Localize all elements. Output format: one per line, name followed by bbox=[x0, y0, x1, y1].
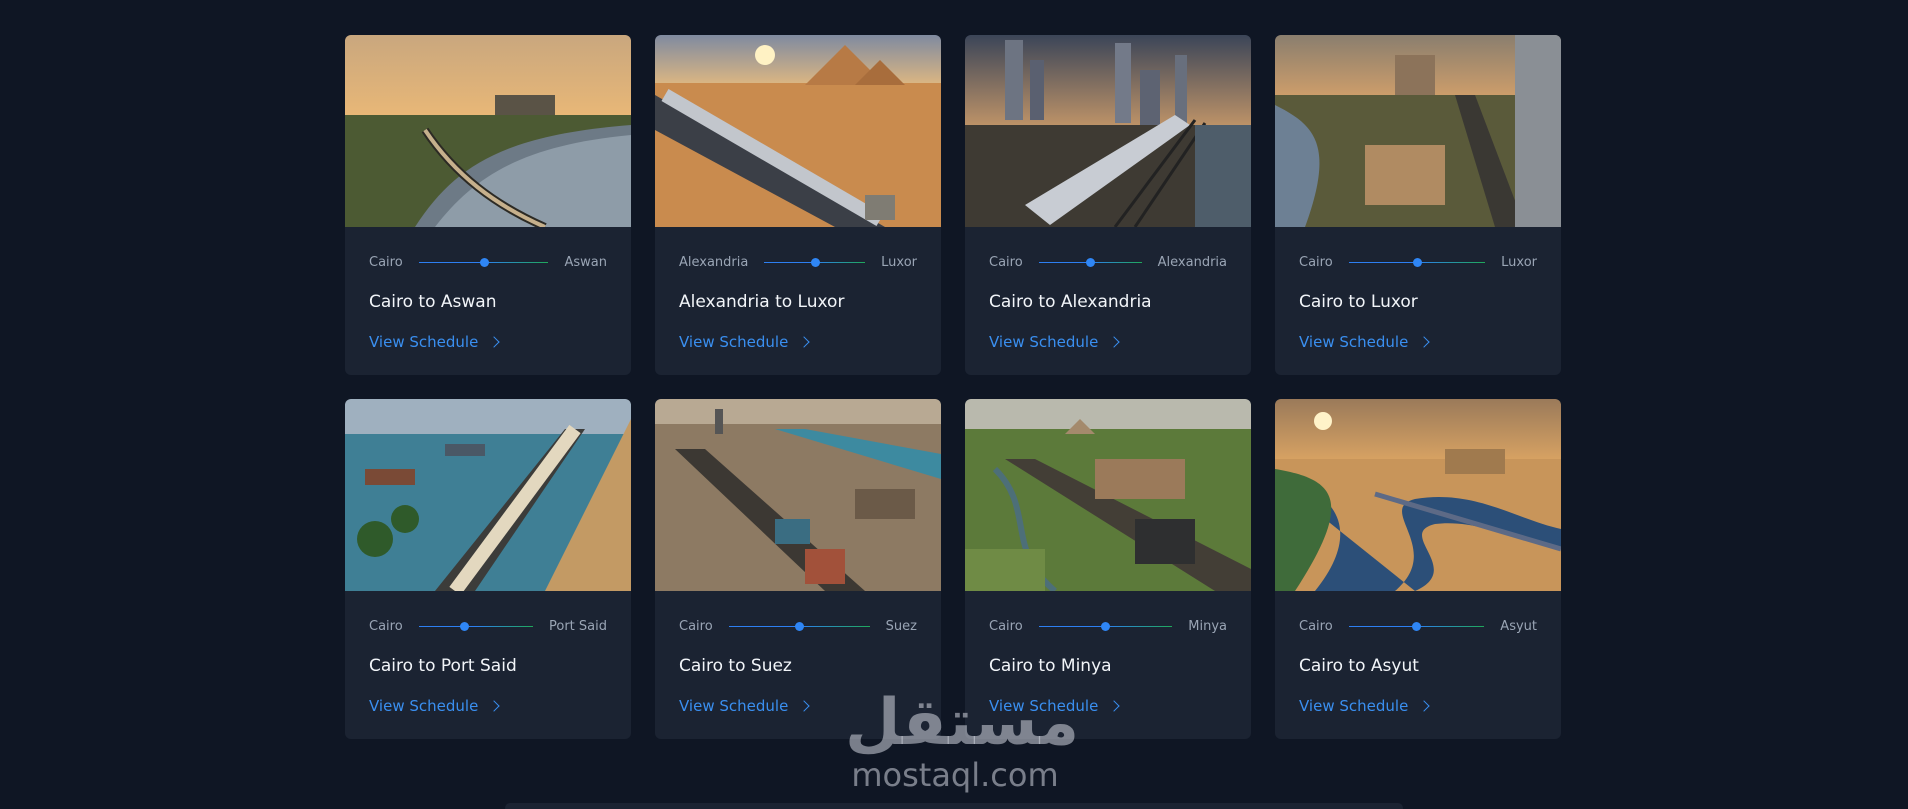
chevron-right-icon bbox=[1418, 700, 1430, 712]
route-image bbox=[345, 35, 631, 227]
route-dot bbox=[810, 257, 820, 267]
route-destination: Alexandria bbox=[1157, 254, 1227, 270]
view-schedule-link[interactable]: View Schedule bbox=[1299, 333, 1430, 351]
route-track bbox=[418, 257, 549, 267]
view-schedule-link[interactable]: View Schedule bbox=[369, 333, 500, 351]
route-card-body: Cairo Alexandria Cairo to Alexandria Vie… bbox=[965, 227, 1251, 375]
route-dot bbox=[1086, 257, 1096, 267]
route-card[interactable]: Cairo Alexandria Cairo to Alexandria Vie… bbox=[965, 35, 1251, 375]
route-origin: Cairo bbox=[679, 618, 713, 634]
route-card[interactable]: Cairo Asyut Cairo to Asyut View Schedule bbox=[1275, 399, 1561, 739]
watermark-logo: مستقل mostaql.com bbox=[845, 686, 1080, 794]
routes-grid: Cairo Aswan Cairo to Aswan View Schedule bbox=[345, 35, 1562, 739]
chevron-right-icon bbox=[1108, 700, 1120, 712]
route-title: Cairo to Suez bbox=[679, 656, 792, 676]
route-line: Cairo Asyut bbox=[1299, 618, 1537, 634]
route-destination: Aswan bbox=[564, 254, 607, 270]
route-image bbox=[965, 399, 1251, 591]
route-title: Alexandria to Luxor bbox=[679, 292, 845, 312]
route-origin: Cairo bbox=[1299, 618, 1333, 634]
route-destination: Asyut bbox=[1500, 618, 1537, 634]
route-track bbox=[418, 621, 533, 631]
route-title: Cairo to Luxor bbox=[1299, 292, 1418, 312]
route-card-body: Cairo Luxor Cairo to Luxor View Schedule bbox=[1275, 227, 1561, 375]
view-schedule-link[interactable]: View Schedule bbox=[369, 697, 500, 715]
route-image bbox=[345, 399, 631, 591]
route-destination: Minya bbox=[1188, 618, 1227, 634]
route-destination: Luxor bbox=[881, 254, 917, 270]
route-dot bbox=[1412, 257, 1422, 267]
route-line: Cairo Aswan bbox=[369, 254, 607, 270]
route-dot bbox=[1101, 621, 1111, 631]
view-schedule-label: View Schedule bbox=[989, 333, 1099, 351]
route-card-body: Cairo Aswan Cairo to Aswan View Schedule bbox=[345, 227, 631, 375]
chevron-right-icon bbox=[488, 336, 500, 348]
route-line: Alexandria Luxor bbox=[679, 254, 917, 270]
route-line: Cairo Suez bbox=[679, 618, 917, 634]
route-image bbox=[1275, 35, 1561, 227]
route-card[interactable]: Cairo Luxor Cairo to Luxor View Schedule bbox=[1275, 35, 1561, 375]
chevron-right-icon bbox=[798, 700, 810, 712]
chevron-right-icon bbox=[488, 700, 500, 712]
route-dot bbox=[1412, 621, 1422, 631]
route-image bbox=[965, 35, 1251, 227]
route-line: Cairo Port Said bbox=[369, 618, 607, 634]
route-origin: Cairo bbox=[989, 618, 1023, 634]
route-dot bbox=[795, 621, 805, 631]
view-schedule-label: View Schedule bbox=[679, 697, 789, 715]
route-title: Cairo to Asyut bbox=[1299, 656, 1419, 676]
route-line: Cairo Luxor bbox=[1299, 254, 1537, 270]
view-schedule-label: View Schedule bbox=[1299, 697, 1409, 715]
route-card-body: Cairo Asyut Cairo to Asyut View Schedule bbox=[1275, 591, 1561, 739]
route-origin: Cairo bbox=[1299, 254, 1333, 270]
route-dot bbox=[479, 257, 489, 267]
view-schedule-link[interactable]: View Schedule bbox=[1299, 697, 1430, 715]
chevron-right-icon bbox=[798, 336, 810, 348]
route-dot bbox=[460, 621, 470, 631]
route-origin: Cairo bbox=[369, 254, 403, 270]
route-track bbox=[1038, 621, 1173, 631]
route-track bbox=[1348, 621, 1485, 631]
chevron-right-icon bbox=[1418, 336, 1430, 348]
route-track bbox=[728, 621, 870, 631]
route-destination: Luxor bbox=[1501, 254, 1537, 270]
view-schedule-link[interactable]: View Schedule bbox=[989, 333, 1120, 351]
view-schedule-label: View Schedule bbox=[369, 333, 479, 351]
route-line: Cairo Alexandria bbox=[989, 254, 1227, 270]
route-track bbox=[764, 257, 866, 267]
route-track bbox=[1348, 257, 1486, 267]
route-destination: Suez bbox=[885, 618, 917, 634]
route-origin: Alexandria bbox=[679, 254, 749, 270]
route-title: Cairo to Minya bbox=[989, 656, 1112, 676]
route-image bbox=[655, 35, 941, 227]
route-card-body: Alexandria Luxor Alexandria to Luxor Vie… bbox=[655, 227, 941, 375]
watermark-arabic: مستقل bbox=[845, 686, 1080, 760]
route-line: Cairo Minya bbox=[989, 618, 1227, 634]
route-origin: Cairo bbox=[989, 254, 1023, 270]
route-title: Cairo to Aswan bbox=[369, 292, 497, 312]
footer-panel-edge bbox=[505, 803, 1403, 809]
view-schedule-link[interactable]: View Schedule bbox=[679, 697, 810, 715]
route-card[interactable]: Cairo Port Said Cairo to Port Said View … bbox=[345, 399, 631, 739]
route-destination: Port Said bbox=[549, 618, 607, 634]
route-card[interactable]: Alexandria Luxor Alexandria to Luxor Vie… bbox=[655, 35, 941, 375]
route-image bbox=[1275, 399, 1561, 591]
route-card-body: Cairo Port Said Cairo to Port Said View … bbox=[345, 591, 631, 739]
route-title: Cairo to Alexandria bbox=[989, 292, 1152, 312]
route-title: Cairo to Port Said bbox=[369, 656, 517, 676]
route-origin: Cairo bbox=[369, 618, 403, 634]
view-schedule-label: View Schedule bbox=[369, 697, 479, 715]
view-schedule-label: View Schedule bbox=[679, 333, 789, 351]
route-card[interactable]: Cairo Aswan Cairo to Aswan View Schedule bbox=[345, 35, 631, 375]
watermark-latin: mostaql.com bbox=[851, 756, 1059, 794]
route-track bbox=[1038, 257, 1142, 267]
view-schedule-label: View Schedule bbox=[1299, 333, 1409, 351]
route-image bbox=[655, 399, 941, 591]
chevron-right-icon bbox=[1108, 336, 1120, 348]
view-schedule-link[interactable]: View Schedule bbox=[679, 333, 810, 351]
